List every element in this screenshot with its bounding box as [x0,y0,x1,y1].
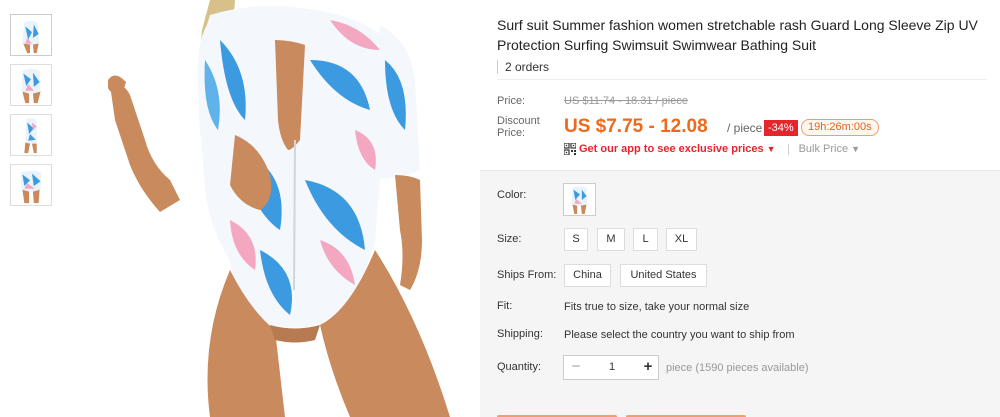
thumbnail-image [11,15,51,55]
main-product-image[interactable] [60,0,480,417]
size-option-l[interactable]: L [633,228,658,251]
discount-price: US $7.75 - 12.08 [564,116,708,137]
original-price: US $11.74 - 18.31 / piece [564,95,688,107]
thumbnail-image [11,65,51,105]
thumbnail-strip [10,14,52,214]
size-option-m[interactable]: M [597,228,625,251]
qr-code-icon [564,143,576,156]
thumbnail-image [11,115,51,155]
swimsuit-model-illustration [60,0,480,417]
ships-from-china[interactable]: China [564,264,611,287]
product-title: Surf suit Summer fashion women stretchab… [497,17,978,53]
quantity-input[interactable]: 1 [588,356,636,379]
quantity-available: piece (1590 pieces available) [666,362,809,374]
size-label: Size: [497,233,522,245]
size-option-s[interactable]: S [564,228,588,251]
bulk-price-link[interactable]: Bulk Price [799,143,849,155]
countdown-timer: 19h:26m:00s [801,119,879,136]
price-label: Price: [497,95,526,107]
color-option-swatch[interactable] [563,183,596,216]
quantity-label: Quantity: [497,361,542,373]
price-block: Price: US $11.74 - 18.31 / piece Discoun… [497,86,987,166]
quantity-decrease-button[interactable]: − [564,356,588,379]
chevron-down-icon: ▼ [766,144,776,155]
thumbnail-4[interactable] [10,164,52,206]
thumbnail-1[interactable] [10,14,52,56]
thumbnail-2[interactable] [10,64,52,106]
fit-label: Fit: [497,300,513,312]
ships-from-label: Ships From: [497,269,557,281]
swatch-image [564,184,595,215]
orders-row: 2 orders [497,56,987,80]
discount-price-label: Discount Price: [497,115,540,139]
fit-description: Fits true to size, take your normal size [564,301,750,313]
ships-from-united-states[interactable]: United States [620,264,707,287]
shipping-message: Please select the country you want to sh… [564,329,795,341]
size-option-xl[interactable]: XL [666,228,697,251]
discount-badge: -34% [764,120,798,136]
chevron-down-icon: ▼ [851,144,861,155]
app-promo-row: Get our app to see exclusive prices ▼ Bulk… [564,143,860,159]
order-count: 2 orders [505,60,550,74]
shipping-label: Shipping: [497,328,543,340]
color-label: Color: [497,189,527,201]
quantity-increase-button[interactable]: + [636,356,660,379]
per-piece-unit: / piece [727,121,763,135]
app-promo-link[interactable]: Get our app to see exclusive prices [579,143,764,155]
divider [497,60,498,74]
thumbnail-image [11,165,51,205]
thumbnail-3[interactable] [10,114,52,156]
divider [787,143,789,155]
product-info-panel: Surf suit Summer fashion women stretchab… [480,0,1000,417]
product-attributes: Color: Size: S M L XL Ships From: China … [480,170,1000,417]
quantity-stepper: − 1 + [563,355,659,380]
